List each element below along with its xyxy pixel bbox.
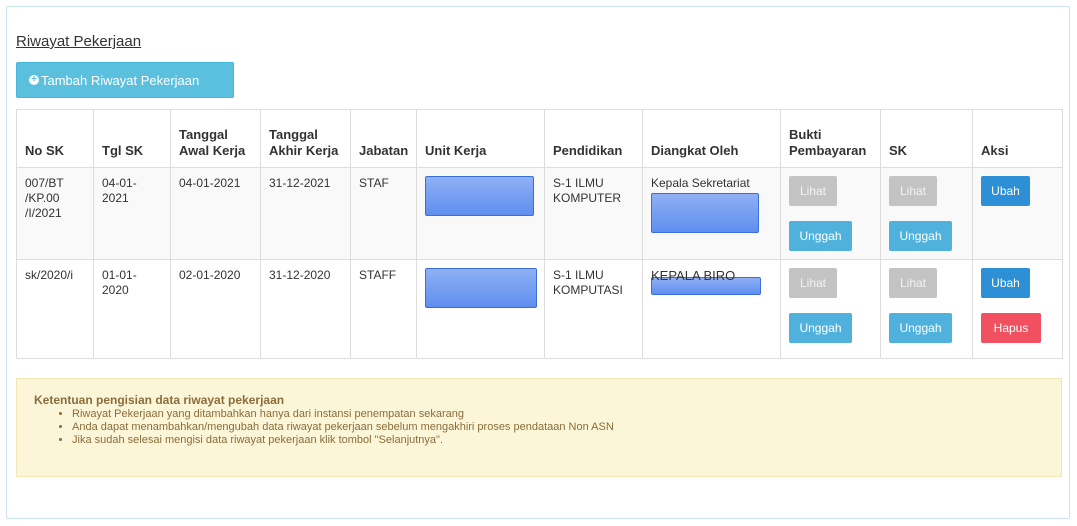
- ubah-button[interactable]: Ubah: [981, 176, 1030, 206]
- cell-no-sk: sk/2020/i: [16, 259, 94, 359]
- redacted-block: [425, 176, 534, 216]
- cell-jabatan: STAFF: [350, 259, 417, 359]
- header-tgl-sk: Tgl SK: [93, 109, 171, 168]
- cell-diangkat-oleh: Kepala Sekretariat: [642, 167, 781, 260]
- cell-jabatan: STAF: [350, 167, 417, 260]
- plus-circle-icon: +: [29, 75, 39, 85]
- add-work-history-label: Tambah Riwayat Pekerjaan: [41, 72, 200, 88]
- header-jabatan: Jabatan: [350, 109, 417, 168]
- lihat-bukti-button[interactable]: Lihat: [789, 268, 837, 298]
- header-unit-kerja: Unit Kerja: [416, 109, 545, 168]
- unggah-bukti-button[interactable]: Unggah: [789, 313, 852, 343]
- lihat-sk-button[interactable]: Lihat: [889, 176, 937, 206]
- ubah-button[interactable]: Ubah: [981, 268, 1030, 298]
- cell-sk: Lihat Unggah: [880, 259, 973, 359]
- cell-no-sk: 007/BT /KP.00 /I/2021: [16, 167, 94, 260]
- notice-title: Ketentuan pengisian data riwayat pekerja…: [34, 393, 285, 407]
- cell-tanggal-akhir: 31-12-2021: [260, 167, 351, 260]
- cell-tanggal-akhir: 31-12-2020: [260, 259, 351, 359]
- cell-aksi: Ubah Hapus: [972, 259, 1063, 359]
- cell-pendidikan: S-1 ILMU KOMPUTER: [544, 167, 643, 260]
- header-tanggal-akhir: Tanggal Akhir Kerja: [260, 109, 351, 168]
- table-row: 007/BT /KP.00 /I/2021 04-01-2021 04-01-2…: [16, 167, 1063, 260]
- unggah-sk-button[interactable]: Unggah: [889, 313, 952, 343]
- hapus-button[interactable]: Hapus: [981, 313, 1041, 343]
- header-bukti-pembayaran: Bukti Pembayaran: [780, 109, 881, 168]
- notice-item: Riwayat Pekerjaan yang ditambahkan hanya…: [72, 408, 1044, 421]
- lihat-bukti-button[interactable]: Lihat: [789, 176, 837, 206]
- header-sk: SK: [880, 109, 973, 168]
- cell-tanggal-awal: 04-01-2021: [170, 167, 261, 260]
- redacted-block: [651, 193, 759, 233]
- notice-item: Anda dapat menambahkan/mengubah data riw…: [72, 421, 1044, 434]
- table-row: sk/2020/i 01-01-2020 02-01-2020 31-12-20…: [16, 259, 1063, 359]
- header-tanggal-awal: Tanggal Awal Kerja: [170, 109, 261, 168]
- unggah-sk-button[interactable]: Unggah: [889, 221, 952, 251]
- cell-bukti-pembayaran: Lihat Unggah: [780, 167, 881, 260]
- cell-tgl-sk: 01-01-2020: [93, 259, 171, 359]
- add-work-history-button[interactable]: + Tambah Riwayat Pekerjaan: [16, 62, 234, 98]
- work-history-table: No SK Tgl SK Tanggal Awal Kerja Tanggal …: [16, 109, 1063, 359]
- cell-unit-kerja: [416, 259, 545, 359]
- cell-diangkat-oleh: KEPALA BIRO: [642, 259, 781, 359]
- cell-tanggal-awal: 02-01-2020: [170, 259, 261, 359]
- cell-pendidikan: S-1 ILMU KOMPUTASI: [544, 259, 643, 359]
- diangkat-oleh-text: Kepala Sekretariat: [651, 176, 750, 190]
- redacted-block: [425, 268, 537, 308]
- notice-list: Riwayat Pekerjaan yang ditambahkan hanya…: [34, 408, 1044, 447]
- cell-tgl-sk: 04-01-2021: [93, 167, 171, 260]
- header-aksi: Aksi: [972, 109, 1063, 168]
- section-title: Riwayat Pekerjaan: [16, 33, 142, 50]
- unggah-bukti-button[interactable]: Unggah: [789, 221, 852, 251]
- notice-item: Jika sudah selesai mengisi data riwayat …: [72, 434, 1044, 447]
- table-header-row: No SK Tgl SK Tanggal Awal Kerja Tanggal …: [16, 109, 1063, 168]
- work-history-panel: Riwayat Pekerjaan + Tambah Riwayat Peker…: [6, 6, 1070, 519]
- header-pendidikan: Pendidikan: [544, 109, 643, 168]
- lihat-sk-button[interactable]: Lihat: [889, 268, 937, 298]
- header-diangkat-oleh: Diangkat Oleh: [642, 109, 781, 168]
- header-no-sk: No SK: [16, 109, 94, 168]
- cell-sk: Lihat Unggah: [880, 167, 973, 260]
- cell-bukti-pembayaran: Lihat Unggah: [780, 259, 881, 359]
- cell-aksi: Ubah: [972, 167, 1063, 260]
- notice-box: Ketentuan pengisian data riwayat pekerja…: [16, 378, 1062, 477]
- cell-unit-kerja: [416, 167, 545, 260]
